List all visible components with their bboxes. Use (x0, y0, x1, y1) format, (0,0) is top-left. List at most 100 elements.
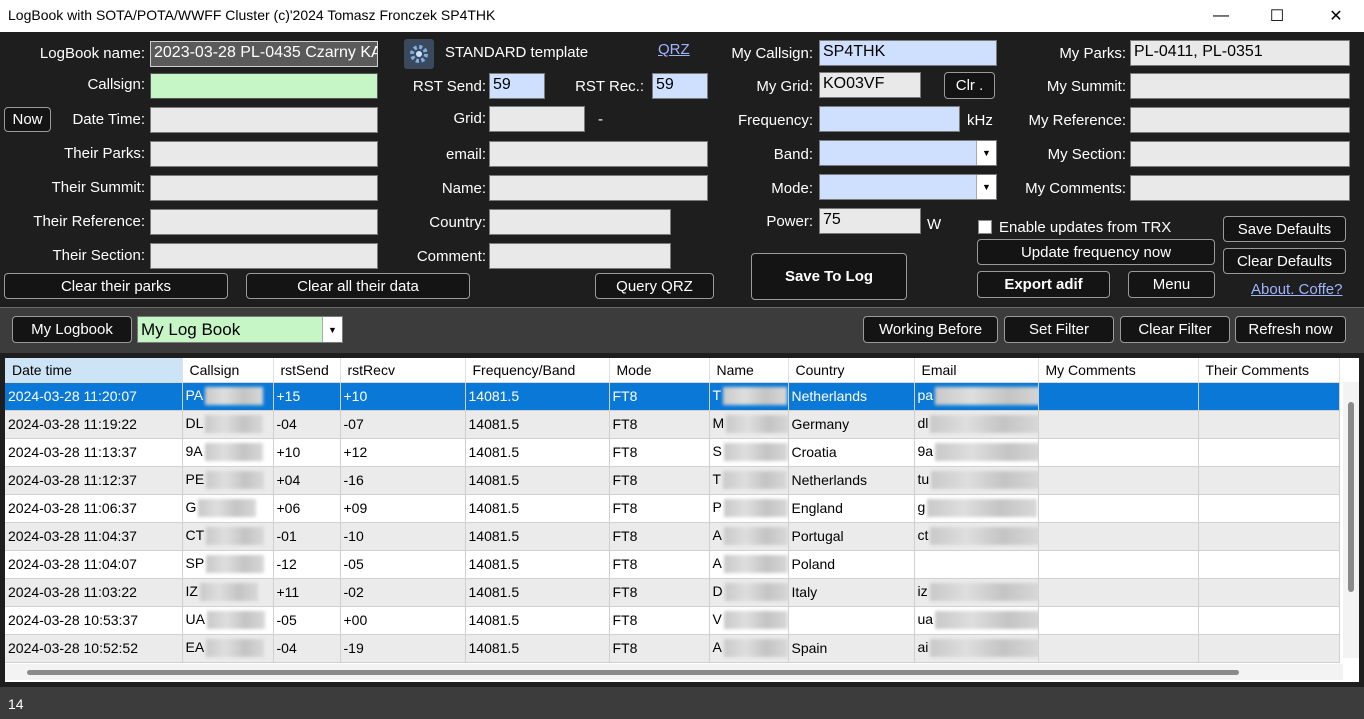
their-section-input[interactable] (150, 243, 378, 269)
their-parks-input[interactable] (150, 141, 378, 167)
column-header[interactable]: My Comments (1038, 358, 1199, 383)
qrz-link[interactable]: QRZ (658, 41, 690, 58)
chevron-down-icon[interactable]: ▼ (976, 175, 996, 199)
my-logbook-button[interactable]: My Logbook (12, 316, 132, 343)
working-before-button[interactable]: Working Before (863, 316, 998, 343)
column-header[interactable]: Date time (5, 358, 183, 383)
clear-filter-button[interactable]: Clear Filter (1120, 316, 1230, 343)
table-cell (1198, 634, 1340, 663)
vertical-scrollbar[interactable] (1343, 382, 1359, 658)
table-cell: T (709, 466, 789, 495)
query-qrz-button[interactable]: Query QRZ (595, 273, 714, 299)
column-header[interactable]: Email (914, 358, 1039, 383)
redacted-blur (206, 639, 265, 658)
table-cell: 2024-03-28 11:19:22 (5, 410, 183, 439)
my-parks-input[interactable]: PL-0411, PL-0351 (1130, 40, 1350, 66)
table-cell: 14081.5 (465, 578, 610, 607)
their-summit-input[interactable] (150, 175, 378, 201)
table-cell: A (709, 522, 789, 551)
my-callsign-input[interactable]: SP4THK (819, 40, 997, 66)
export-adif-button[interactable]: Export adif (977, 271, 1110, 298)
table-row[interactable]: 2024-03-28 10:53:37 UA -05 +00 14081.5 FT8 Vua (5, 606, 1340, 635)
datetime-input[interactable] (150, 107, 378, 133)
minimize-icon[interactable]: — (1198, 0, 1244, 32)
table-row[interactable]: 2024-03-28 11:19:22 DL -04 -07 14081.5 FT8 M Ge… (5, 410, 1340, 439)
table-cell: Italy (788, 578, 915, 607)
now-button[interactable]: Now (4, 107, 51, 132)
set-filter-button[interactable]: Set Filter (1004, 316, 1114, 343)
clear-defaults-button[interactable]: Clear Defaults (1223, 248, 1346, 274)
table-cell: FT8 (609, 550, 710, 579)
table-row[interactable]: 2024-03-28 11:03:22 IZ +11 -02 14081.5 FT8 D It… (5, 578, 1340, 607)
rst-rec-input[interactable]: 59 (652, 73, 708, 99)
table-cell: Portugal (788, 522, 915, 551)
chevron-down-icon[interactable]: ▼ (976, 141, 996, 165)
enable-trx-checkbox[interactable] (978, 220, 992, 234)
horizontal-scroll-thumb[interactable] (27, 670, 1239, 675)
column-header[interactable]: Mode (609, 358, 710, 383)
country-input[interactable] (489, 209, 671, 235)
table-cell (788, 606, 915, 635)
column-header[interactable]: rstRecv (340, 358, 466, 383)
column-header[interactable]: rstSend (273, 358, 341, 383)
column-header[interactable]: Name (709, 358, 789, 383)
comment-input[interactable] (489, 243, 671, 269)
gear-icon[interactable] (404, 39, 434, 69)
my-comments-input[interactable] (1130, 175, 1350, 201)
cell-text: A (712, 554, 722, 571)
table-row[interactable]: 2024-03-28 10:52:52 EA -04 -19 14081.5 FT8 A Sp… (5, 634, 1340, 663)
about-link[interactable]: About. Coffe? (1251, 281, 1342, 298)
logbook-select[interactable]: My Log Book ▼ (137, 316, 343, 343)
maximize-icon[interactable]: ☐ (1254, 0, 1300, 32)
table-row[interactable]: 2024-03-28 11:06:37 G +06 +09 14081.5 FT8 P Eng… (5, 494, 1340, 523)
vertical-scroll-thumb[interactable] (1348, 402, 1354, 592)
table-cell: Netherlands (788, 466, 915, 495)
table-cell: -04 (273, 410, 341, 439)
grid-input[interactable] (489, 106, 585, 132)
horizontal-scrollbar[interactable] (5, 664, 1343, 680)
name-input[interactable] (489, 175, 708, 201)
frequency-input[interactable] (819, 106, 960, 132)
column-header[interactable]: Country (788, 358, 915, 383)
refresh-button[interactable]: Refresh now (1235, 316, 1346, 343)
email-input[interactable] (489, 141, 708, 167)
save-to-log-button[interactable]: Save To Log (751, 253, 907, 300)
qso-table[interactable]: Date time Callsign rstSend rstRecv Frequency… (5, 358, 1359, 682)
table-row[interactable]: 2024-03-28 11:20:07 PA +15 +10 14081.5 FT8 T Ne… (5, 382, 1340, 411)
save-defaults-button[interactable]: Save Defaults (1223, 216, 1346, 242)
clear-their-parks-button[interactable]: Clear their parks (4, 273, 228, 299)
column-header[interactable]: Their Comments (1198, 358, 1340, 383)
cell-text: FT8 (612, 612, 638, 628)
table-row[interactable]: 2024-03-28 11:13:37 9A +10 +12 14081.5 FT8 S Cr… (5, 438, 1340, 467)
redacted-blur (206, 611, 265, 630)
menu-button[interactable]: Menu (1128, 271, 1215, 298)
callsign-input[interactable] (150, 73, 378, 99)
close-icon[interactable]: ✕ (1313, 0, 1359, 32)
table-row[interactable]: 2024-03-28 11:12:37 PE +04 -16 14081.5 FT8 T Ne… (5, 466, 1340, 495)
table-row[interactable]: 2024-03-28 11:04:07 SP -12 -05 14081.5 FT8 A Po… (5, 550, 1340, 579)
chevron-down-icon[interactable]: ▼ (322, 317, 342, 342)
column-header[interactable]: Frequency/Band (465, 358, 610, 383)
cell-text: 14081.5 (468, 388, 520, 404)
clear-all-their-data-button[interactable]: Clear all their data (246, 273, 470, 299)
power-input[interactable]: 75 (819, 208, 921, 234)
table-cell: iz (914, 578, 1039, 607)
my-section-input[interactable] (1130, 141, 1350, 167)
update-frequency-button[interactable]: Update frequency now (977, 239, 1215, 265)
my-reference-input[interactable] (1130, 107, 1350, 133)
their-reference-input[interactable] (150, 209, 378, 235)
table-cell: 14081.5 (465, 466, 610, 495)
logbook-name-field[interactable]: 2023-03-28 PL-0435 Czarny KĄT (150, 41, 378, 67)
mode-select[interactable]: ▼ (819, 174, 997, 200)
redacted-blur (935, 387, 1037, 406)
column-header[interactable]: Callsign (182, 358, 274, 383)
cell-text: S (712, 442, 722, 459)
rst-send-input[interactable]: 59 (489, 73, 545, 99)
cell-text: T (712, 386, 722, 403)
band-select[interactable]: ▼ (819, 140, 997, 166)
table-row[interactable]: 2024-03-28 11:04:37 CT -01 -10 14081.5 FT8 A Po… (5, 522, 1340, 551)
clear-grid-button[interactable]: Clr . (944, 72, 995, 99)
my-summit-input[interactable] (1130, 73, 1350, 99)
rst-send-label: RST Send: (412, 78, 486, 95)
my-grid-input[interactable]: KO03VF (819, 72, 921, 98)
